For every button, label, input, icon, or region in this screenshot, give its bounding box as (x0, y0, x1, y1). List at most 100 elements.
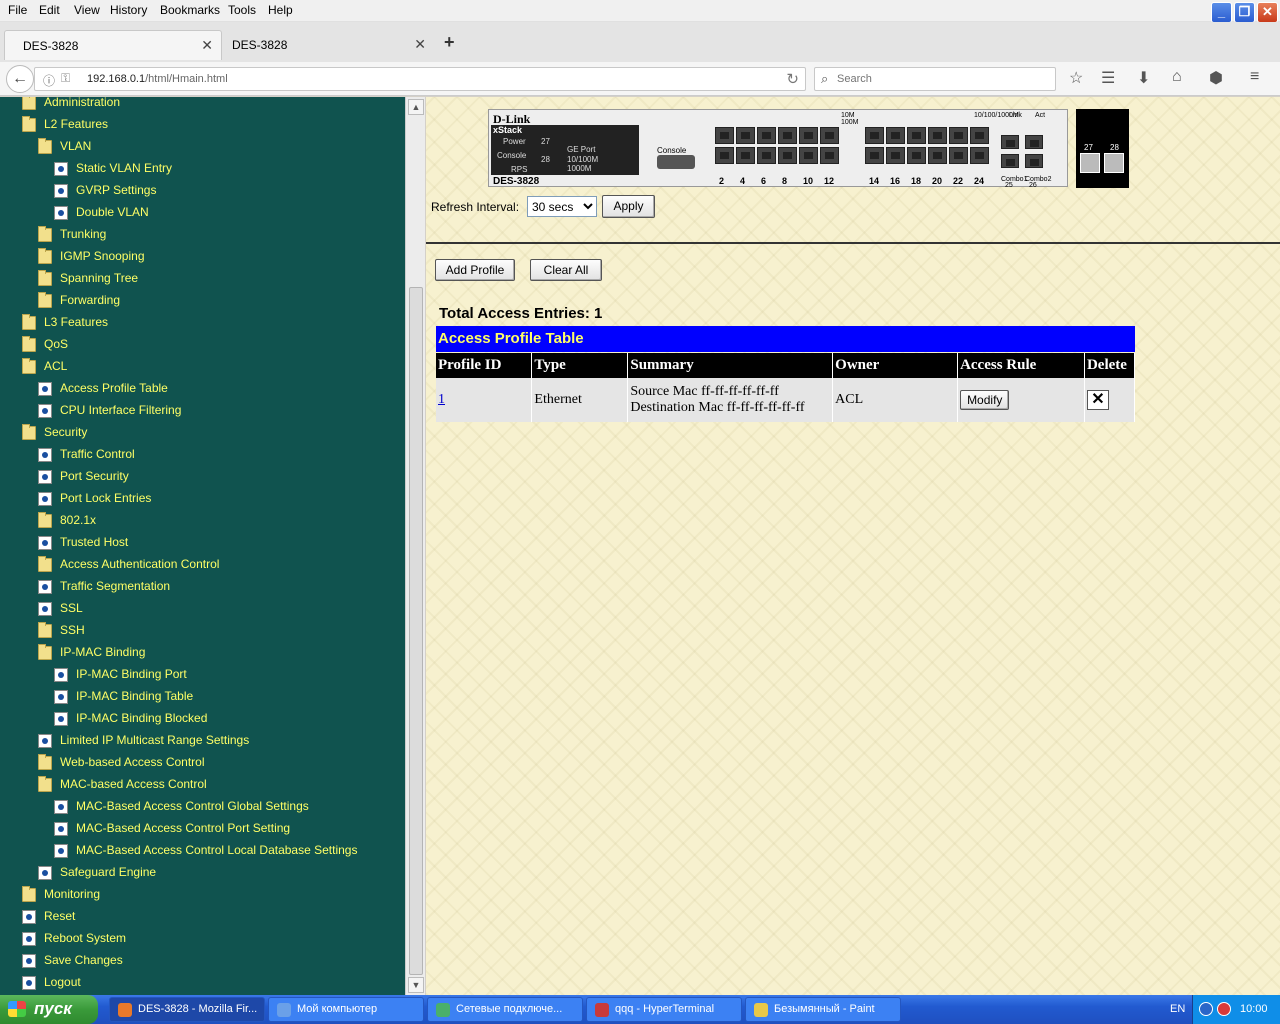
tree-item-label[interactable]: Port Lock Entries (60, 491, 151, 505)
tree-scrollbar[interactable]: ▲ ▼ (405, 97, 425, 995)
ethernet-port-icon[interactable] (886, 127, 905, 144)
info-icon[interactable]: ⓘ (43, 72, 55, 89)
tree-item-label[interactable]: Administration (44, 97, 120, 109)
scroll-thumb[interactable] (409, 287, 423, 975)
ethernet-port-icon[interactable] (778, 127, 797, 144)
ethernet-port-icon[interactable] (949, 147, 968, 164)
tree-item-label[interactable]: Traffic Control (60, 447, 135, 461)
task-hyperterminal[interactable]: qqq - HyperTerminal (586, 997, 742, 1022)
minimize-button[interactable]: _ (1211, 2, 1232, 23)
tab-close-icon[interactable]: ✕ (201, 37, 213, 54)
tree-item-label[interactable]: IP-MAC Binding Table (76, 689, 193, 703)
tab-des-3828-active[interactable]: DES-3828 ✕ (4, 30, 222, 60)
ethernet-port-icon[interactable] (928, 127, 947, 144)
apply-button[interactable]: Apply (602, 195, 655, 218)
ethernet-port-icon[interactable] (928, 147, 947, 164)
tree-item-label[interactable]: IP-MAC Binding Port (76, 667, 187, 681)
tab-close-icon[interactable]: ✕ (414, 36, 426, 53)
add-profile-button[interactable]: Add Profile (435, 259, 515, 281)
ethernet-port-icon[interactable] (820, 127, 839, 144)
antivirus-icon[interactable] (1217, 1002, 1231, 1016)
tree-item-label[interactable]: Trusted Host (60, 535, 128, 549)
tree-item-label[interactable]: Double VLAN (76, 205, 149, 219)
tree-item-label[interactable]: L2 Features (44, 117, 108, 131)
ethernet-port-icon[interactable] (970, 147, 989, 164)
tree-item-label[interactable]: CPU Interface Filtering (60, 403, 181, 417)
ethernet-port-icon[interactable] (865, 127, 884, 144)
download-icon[interactable]: ⬇ (1137, 68, 1150, 88)
tree-item-label[interactable]: Safeguard Engine (60, 865, 156, 879)
tree-item-label[interactable]: Access Profile Table (60, 381, 168, 395)
new-tab-button[interactable]: + (444, 32, 455, 53)
ethernet-port-icon[interactable] (907, 127, 926, 144)
tree-item-label[interactable]: Reset (44, 909, 75, 923)
tree-item-label[interactable]: MAC-Based Access Control Global Settings (76, 799, 309, 813)
maximize-button[interactable]: ❐ (1234, 2, 1255, 23)
menu-edit[interactable]: Edit (39, 3, 60, 17)
menu-help[interactable]: Help (268, 3, 293, 17)
scroll-down-icon[interactable]: ▼ (408, 977, 424, 993)
menu-tools[interactable]: Tools (228, 3, 256, 17)
tree-item-label[interactable]: Traffic Segmentation (60, 579, 170, 593)
menu-view[interactable]: View (74, 3, 100, 17)
reload-icon[interactable]: ↻ (786, 70, 799, 88)
tree-item-label[interactable]: MAC-based Access Control (60, 777, 207, 791)
task-network-connections[interactable]: Сетевые подключе... (427, 997, 583, 1022)
ethernet-port-icon[interactable] (757, 127, 776, 144)
back-button[interactable]: ← (6, 65, 34, 93)
combo-port-icon[interactable] (1025, 154, 1043, 168)
ethernet-port-icon[interactable] (715, 127, 734, 144)
ethernet-port-icon[interactable] (970, 127, 989, 144)
tree-item-label[interactable]: Static VLAN Entry (76, 161, 172, 175)
menu-bookmarks[interactable]: Bookmarks (160, 3, 220, 17)
tree-item-label[interactable]: IGMP Snooping (60, 249, 145, 263)
search-input[interactable] (837, 71, 1047, 87)
scroll-up-icon[interactable]: ▲ (408, 99, 424, 115)
menu-history[interactable]: History (110, 3, 147, 17)
clear-all-button[interactable]: Clear All (530, 259, 602, 281)
tree-item-label[interactable]: Security (44, 425, 87, 439)
ethernet-port-icon[interactable] (736, 147, 755, 164)
combo-port-icon[interactable] (1025, 135, 1043, 149)
ethernet-port-icon[interactable] (757, 147, 776, 164)
start-button[interactable]: пуск (0, 995, 98, 1024)
tree-item-label[interactable]: SSL (60, 601, 83, 615)
menu-file[interactable]: File (8, 3, 27, 17)
tree-item-label[interactable]: Limited IP Multicast Range Settings (60, 733, 249, 747)
tree-item-label[interactable]: Reboot System (44, 931, 126, 945)
url-bar[interactable]: ⓘ ⚿ 192.168.0.1/html/Hmain.html ↻ (34, 67, 806, 91)
bookmark-star-icon[interactable]: ☆ (1069, 68, 1083, 88)
ethernet-port-icon[interactable] (949, 127, 968, 144)
tree-item-label[interactable]: SSH (60, 623, 85, 637)
ethernet-port-icon[interactable] (778, 147, 797, 164)
modify-button[interactable]: Modify (960, 390, 1010, 410)
tab-des-3828[interactable]: DES-3828 ✕ (222, 30, 434, 60)
tree-item-label[interactable]: Web-based Access Control (60, 755, 205, 769)
tree-item-label[interactable]: GVRP Settings (76, 183, 156, 197)
ethernet-port-icon[interactable] (736, 127, 755, 144)
tree-item-label[interactable]: Save Changes (44, 953, 123, 967)
pocket-icon[interactable]: ⬢ (1209, 68, 1223, 88)
tree-item-label[interactable]: Forwarding (60, 293, 120, 307)
tree-item-label[interactable]: Port Security (60, 469, 129, 483)
tree-item-label[interactable]: IP-MAC Binding Blocked (76, 711, 207, 725)
ethernet-port-icon[interactable] (799, 127, 818, 144)
ethernet-port-icon[interactable] (907, 147, 926, 164)
tree-item-label[interactable]: Monitoring (44, 887, 100, 901)
tree-item-label[interactable]: Access Authentication Control (60, 557, 219, 571)
combo-port-icon[interactable] (1001, 154, 1019, 168)
ethernet-port-icon[interactable] (820, 147, 839, 164)
tree-item-label[interactable]: MAC-Based Access Control Port Setting (76, 821, 290, 835)
hamburger-menu-icon[interactable]: ≡ (1250, 68, 1259, 86)
tree-item-label[interactable]: Spanning Tree (60, 271, 138, 285)
tree-item-label[interactable]: Logout (44, 975, 81, 989)
ethernet-port-icon[interactable] (715, 147, 734, 164)
refresh-interval-select[interactable]: 30 secs (527, 196, 597, 217)
delete-icon[interactable]: ✕ (1086, 390, 1109, 410)
port-27-icon[interactable] (1080, 153, 1100, 173)
ethernet-port-icon[interactable] (865, 147, 884, 164)
tray-arrow-icon[interactable] (1199, 1002, 1213, 1016)
tree-item-label[interactable]: VLAN (60, 139, 91, 153)
task-paint[interactable]: Безымянный - Paint (745, 997, 901, 1022)
tree-item-label[interactable]: Trunking (60, 227, 106, 241)
